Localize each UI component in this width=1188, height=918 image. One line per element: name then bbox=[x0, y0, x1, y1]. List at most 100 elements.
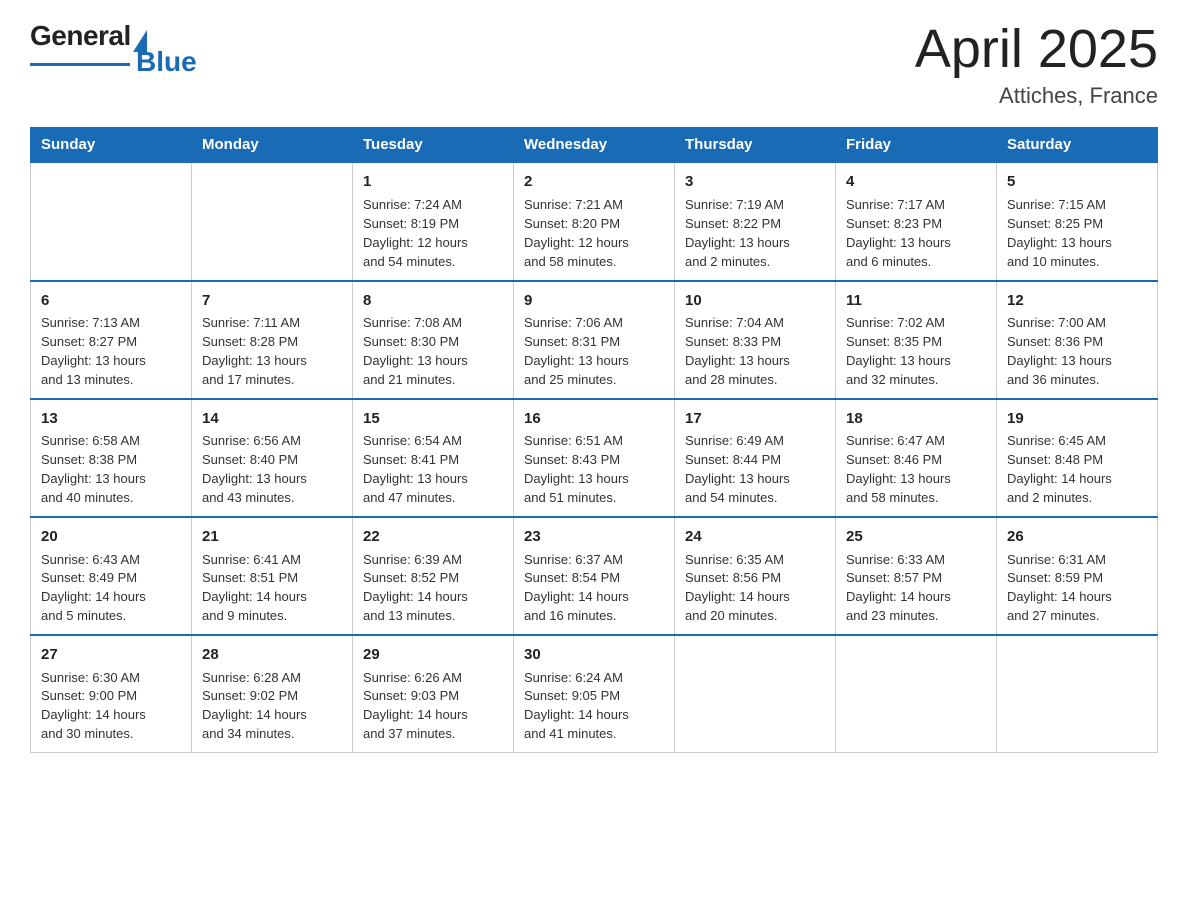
day-info: Sunrise: 6:49 AMSunset: 8:44 PMDaylight:… bbox=[685, 433, 790, 505]
calendar-day-cell: 10 Sunrise: 7:04 AMSunset: 8:33 PMDayligh… bbox=[675, 281, 836, 399]
day-number: 12 bbox=[1007, 290, 1147, 312]
calendar-day-cell: 22 Sunrise: 6:39 AMSunset: 8:52 PMDayligh… bbox=[353, 517, 514, 635]
weekday-header-tuesday: Tuesday bbox=[353, 128, 514, 163]
day-info: Sunrise: 7:04 AMSunset: 8:33 PMDaylight:… bbox=[685, 315, 790, 387]
calendar-day-cell: 26 Sunrise: 6:31 AMSunset: 8:59 PMDayligh… bbox=[997, 517, 1158, 635]
day-info: Sunrise: 6:56 AMSunset: 8:40 PMDaylight:… bbox=[202, 433, 307, 505]
calendar-day-cell bbox=[31, 162, 192, 280]
calendar-day-cell: 2 Sunrise: 7:21 AMSunset: 8:20 PMDaylight… bbox=[514, 162, 675, 280]
calendar-day-cell: 3 Sunrise: 7:19 AMSunset: 8:22 PMDaylight… bbox=[675, 162, 836, 280]
day-info: Sunrise: 6:39 AMSunset: 8:52 PMDaylight:… bbox=[363, 552, 468, 624]
calendar-day-cell: 25 Sunrise: 6:33 AMSunset: 8:57 PMDayligh… bbox=[836, 517, 997, 635]
day-number: 1 bbox=[363, 171, 503, 193]
day-info: Sunrise: 7:00 AMSunset: 8:36 PMDaylight:… bbox=[1007, 315, 1112, 387]
calendar-day-cell: 4Sunrise: 7:17 AMSunset: 8:23 PMDaylight… bbox=[836, 162, 997, 280]
day-info: Sunrise: 6:26 AMSunset: 9:03 PMDaylight:… bbox=[363, 670, 468, 742]
calendar-week-4: 20 Sunrise: 6:43 AMSunset: 8:49 PMDayligh… bbox=[31, 517, 1158, 635]
day-info: Sunrise: 7:06 AMSunset: 8:31 PMDaylight:… bbox=[524, 315, 629, 387]
day-info: Sunrise: 7:15 AMSunset: 8:25 PMDaylight:… bbox=[1007, 197, 1112, 269]
day-number: 30 bbox=[524, 644, 664, 666]
day-number: 16 bbox=[524, 408, 664, 430]
title-block: April 2025 Attiches, France bbox=[915, 20, 1158, 109]
day-info: Sunrise: 7:21 AMSunset: 8:20 PMDaylight:… bbox=[524, 197, 629, 269]
day-info: Sunrise: 6:24 AMSunset: 9:05 PMDaylight:… bbox=[524, 670, 629, 742]
calendar-day-cell bbox=[192, 162, 353, 280]
day-number: 2 bbox=[524, 171, 664, 193]
calendar-day-cell: 16Sunrise: 6:51 AMSunset: 8:43 PMDayligh… bbox=[514, 399, 675, 517]
calendar-day-cell: 21 Sunrise: 6:41 AMSunset: 8:51 PMDayligh… bbox=[192, 517, 353, 635]
logo: General Blue bbox=[30, 20, 197, 78]
calendar-week-3: 13Sunrise: 6:58 AMSunset: 8:38 PMDayligh… bbox=[31, 399, 1158, 517]
weekday-header-thursday: Thursday bbox=[675, 128, 836, 163]
day-number: 5 bbox=[1007, 171, 1147, 193]
day-info: Sunrise: 6:54 AMSunset: 8:41 PMDaylight:… bbox=[363, 433, 468, 505]
day-info: Sunrise: 6:31 AMSunset: 8:59 PMDaylight:… bbox=[1007, 552, 1112, 624]
calendar-day-cell: 14 Sunrise: 6:56 AMSunset: 8:40 PMDayligh… bbox=[192, 399, 353, 517]
logo-blue-text: Blue bbox=[136, 46, 197, 78]
day-info: Sunrise: 6:35 AMSunset: 8:56 PMDaylight:… bbox=[685, 552, 790, 624]
day-number: 20 bbox=[41, 526, 181, 548]
calendar-day-cell bbox=[675, 635, 836, 753]
calendar-week-5: 27 Sunrise: 6:30 AMSunset: 9:00 PMDayligh… bbox=[31, 635, 1158, 753]
weekday-header-saturday: Saturday bbox=[997, 128, 1158, 163]
day-number: 19 bbox=[1007, 408, 1147, 430]
day-number: 29 bbox=[363, 644, 503, 666]
calendar-day-cell: 30 Sunrise: 6:24 AMSunset: 9:05 PMDayligh… bbox=[514, 635, 675, 753]
day-number: 6 bbox=[41, 290, 181, 312]
weekday-header-monday: Monday bbox=[192, 128, 353, 163]
day-info: Sunrise: 7:11 AMSunset: 8:28 PMDaylight:… bbox=[202, 315, 307, 387]
calendar-day-cell: 15Sunrise: 6:54 AMSunset: 8:41 PMDayligh… bbox=[353, 399, 514, 517]
calendar-day-cell: 20 Sunrise: 6:43 AMSunset: 8:49 PMDayligh… bbox=[31, 517, 192, 635]
weekday-header-row: SundayMondayTuesdayWednesdayThursdayFrid… bbox=[31, 128, 1158, 163]
day-number: 22 bbox=[363, 526, 503, 548]
day-info: Sunrise: 7:13 AMSunset: 8:27 PMDaylight:… bbox=[41, 315, 146, 387]
calendar-day-cell: 12 Sunrise: 7:00 AMSunset: 8:36 PMDayligh… bbox=[997, 281, 1158, 399]
calendar-day-cell: 8Sunrise: 7:08 AMSunset: 8:30 PMDaylight… bbox=[353, 281, 514, 399]
day-number: 23 bbox=[524, 526, 664, 548]
day-info: Sunrise: 6:41 AMSunset: 8:51 PMDaylight:… bbox=[202, 552, 307, 624]
calendar-day-cell: 13Sunrise: 6:58 AMSunset: 8:38 PMDayligh… bbox=[31, 399, 192, 517]
calendar-body: 1 Sunrise: 7:24 AMSunset: 8:19 PMDaylight… bbox=[31, 162, 1158, 752]
day-number: 7 bbox=[202, 290, 342, 312]
weekday-header-friday: Friday bbox=[836, 128, 997, 163]
calendar-day-cell: 28Sunrise: 6:28 AMSunset: 9:02 PMDayligh… bbox=[192, 635, 353, 753]
day-number: 25 bbox=[846, 526, 986, 548]
page-header: General Blue April 2025 Attiches, France bbox=[30, 20, 1158, 109]
calendar-title: April 2025 bbox=[915, 20, 1158, 79]
calendar-day-cell: 6 Sunrise: 7:13 AMSunset: 8:27 PMDaylight… bbox=[31, 281, 192, 399]
day-number: 18 bbox=[846, 408, 986, 430]
day-number: 8 bbox=[363, 290, 503, 312]
day-info: Sunrise: 6:43 AMSunset: 8:49 PMDaylight:… bbox=[41, 552, 146, 624]
day-info: Sunrise: 7:24 AMSunset: 8:19 PMDaylight:… bbox=[363, 197, 468, 269]
day-number: 21 bbox=[202, 526, 342, 548]
logo-general-text: General bbox=[30, 20, 131, 52]
calendar-day-cell: 9Sunrise: 7:06 AMSunset: 8:31 PMDaylight… bbox=[514, 281, 675, 399]
calendar-day-cell: 23Sunrise: 6:37 AMSunset: 8:54 PMDayligh… bbox=[514, 517, 675, 635]
day-info: Sunrise: 6:58 AMSunset: 8:38 PMDaylight:… bbox=[41, 433, 146, 505]
calendar-table: SundayMondayTuesdayWednesdayThursdayFrid… bbox=[30, 127, 1158, 753]
day-number: 24 bbox=[685, 526, 825, 548]
day-info: Sunrise: 6:45 AMSunset: 8:48 PMDaylight:… bbox=[1007, 433, 1112, 505]
calendar-location: Attiches, France bbox=[915, 83, 1158, 109]
day-info: Sunrise: 7:19 AMSunset: 8:22 PMDaylight:… bbox=[685, 197, 790, 269]
day-number: 17 bbox=[685, 408, 825, 430]
day-info: Sunrise: 6:30 AMSunset: 9:00 PMDaylight:… bbox=[41, 670, 146, 742]
calendar-day-cell bbox=[997, 635, 1158, 753]
calendar-day-cell: 24 Sunrise: 6:35 AMSunset: 8:56 PMDayligh… bbox=[675, 517, 836, 635]
day-number: 26 bbox=[1007, 526, 1147, 548]
calendar-day-cell: 11Sunrise: 7:02 AMSunset: 8:35 PMDayligh… bbox=[836, 281, 997, 399]
calendar-header: SundayMondayTuesdayWednesdayThursdayFrid… bbox=[31, 128, 1158, 163]
weekday-header-sunday: Sunday bbox=[31, 128, 192, 163]
calendar-day-cell: 27 Sunrise: 6:30 AMSunset: 9:00 PMDayligh… bbox=[31, 635, 192, 753]
day-number: 14 bbox=[202, 408, 342, 430]
day-info: Sunrise: 7:17 AMSunset: 8:23 PMDaylight:… bbox=[846, 197, 951, 269]
day-info: Sunrise: 6:33 AMSunset: 8:57 PMDaylight:… bbox=[846, 552, 951, 624]
day-info: Sunrise: 6:47 AMSunset: 8:46 PMDaylight:… bbox=[846, 433, 951, 505]
day-number: 10 bbox=[685, 290, 825, 312]
calendar-day-cell: 1 Sunrise: 7:24 AMSunset: 8:19 PMDaylight… bbox=[353, 162, 514, 280]
calendar-day-cell: 7 Sunrise: 7:11 AMSunset: 8:28 PMDaylight… bbox=[192, 281, 353, 399]
calendar-day-cell: 19 Sunrise: 6:45 AMSunset: 8:48 PMDayligh… bbox=[997, 399, 1158, 517]
calendar-day-cell bbox=[836, 635, 997, 753]
day-number: 27 bbox=[41, 644, 181, 666]
day-number: 3 bbox=[685, 171, 825, 193]
